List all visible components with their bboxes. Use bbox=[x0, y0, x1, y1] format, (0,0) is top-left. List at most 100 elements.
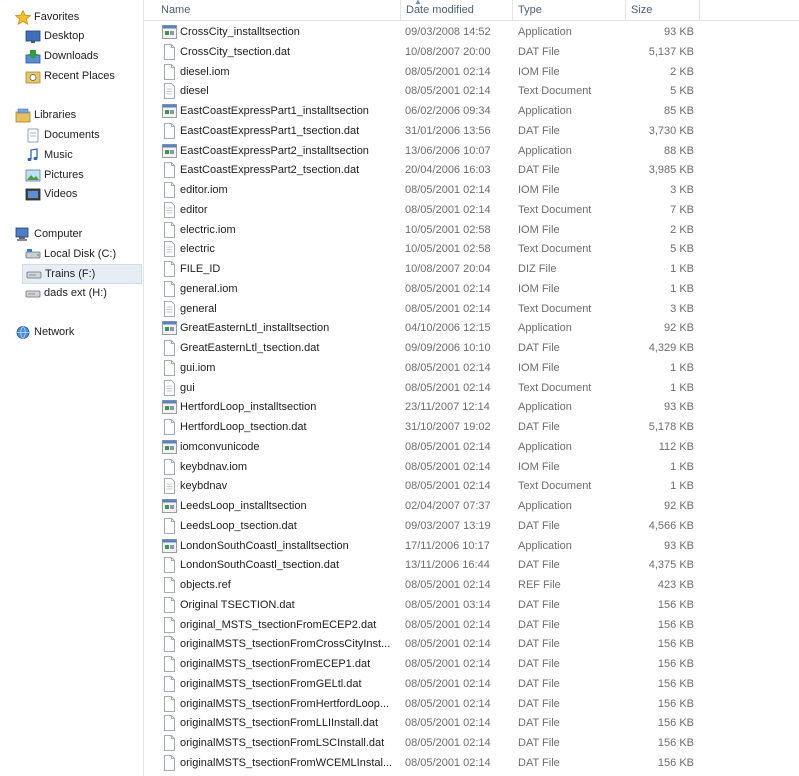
column-header-size[interactable]: Size bbox=[626, 0, 700, 20]
application-icon bbox=[162, 499, 177, 513]
nav-network-label: Network bbox=[34, 326, 75, 338]
nav-trains-drive[interactable]: Trains (F:) bbox=[22, 264, 142, 284]
nav-videos[interactable]: Videos bbox=[25, 185, 135, 204]
file-row[interactable]: EastCoastExpressPart2_installtsection 13/… bbox=[144, 141, 704, 161]
file-row[interactable]: EastCoastExpressPart1_installtsection 06/… bbox=[144, 101, 704, 121]
file-row[interactable]: originalMSTS_tsectionFromLSCInstall.dat 0… bbox=[144, 733, 704, 753]
file-row[interactable]: originalMSTS_tsectionFromGELtl.dat 08/05/… bbox=[144, 674, 704, 694]
file-date-modified: 08/05/2001 02:14 bbox=[405, 697, 491, 710]
file-type: IOM File bbox=[518, 460, 560, 473]
file-row[interactable]: LeedsLoop_tsection.dat 09/03/2007 13:19 DA… bbox=[144, 516, 704, 536]
nav-network[interactable]: Network bbox=[15, 323, 135, 342]
file-row[interactable]: iomconvunicode 08/05/2001 02:14 Applicatio… bbox=[144, 437, 704, 457]
file-row[interactable]: LondonSouthCoastl_installtsection 17/11/2… bbox=[144, 536, 704, 556]
file-date-modified: 08/05/2001 02:14 bbox=[405, 361, 491, 374]
file-size: 2 KB bbox=[670, 223, 694, 236]
file-type: Text Document bbox=[518, 85, 592, 98]
file-row[interactable]: originalMSTS_tsectionFromHertfordLoop...… bbox=[144, 694, 704, 714]
file-type: DAT File bbox=[518, 519, 560, 532]
file-type: DAT File bbox=[518, 421, 560, 433]
nav-music[interactable]: Music bbox=[25, 146, 135, 165]
file-row[interactable]: originalMSTS_tsectionFromECEP1.dat 08/05/… bbox=[144, 654, 704, 674]
text-document-icon bbox=[164, 478, 175, 495]
file-row[interactable]: electric 10/05/2001 02:58 Text Document 5 K… bbox=[144, 239, 704, 259]
file-name: keybdnav bbox=[180, 480, 228, 493]
file-type: IOM File bbox=[518, 65, 560, 78]
file-row[interactable]: HertfordLoop_installtsection 23/11/2007 1… bbox=[144, 397, 704, 417]
file-row[interactable]: CrossCity_tsection.dat 10/08/2007 20:00 DA… bbox=[144, 42, 704, 62]
file-row[interactable]: keybdnav.iom 08/05/2001 02:14 IOM File 1 KB bbox=[144, 457, 704, 477]
file-row[interactable]: general 08/05/2001 02:14 Text Document 3 KB bbox=[144, 299, 704, 319]
file-row[interactable]: originalMSTS_tsectionFromCrossCityInst..… bbox=[144, 634, 704, 654]
file-row[interactable]: LondonSouthCoastl_tsection.dat 13/11/2006… bbox=[144, 555, 704, 575]
network-icon bbox=[16, 326, 30, 339]
file-row[interactable]: editor 08/05/2001 02:14 Text Document 7 KB bbox=[144, 200, 704, 220]
file-date-modified: 08/05/2001 02:14 bbox=[405, 85, 491, 98]
file-size: 5 KB bbox=[670, 243, 694, 256]
file-row[interactable]: GreatEasternLtl_tsection.dat 09/09/2006 1… bbox=[144, 338, 704, 358]
file-size: 92 KB bbox=[664, 500, 694, 512]
file-date-modified: 08/05/2001 02:14 bbox=[405, 203, 491, 216]
file-row[interactable]: diesel 08/05/2001 02:14 Text Document 5 KB bbox=[144, 81, 704, 101]
nav-computer[interactable]: Computer bbox=[15, 225, 135, 244]
nav-recent-places[interactable]: Recent Places bbox=[25, 67, 135, 86]
nav-recent-places-label: Recent Places bbox=[44, 70, 115, 82]
nav-local-disk-label: Local Disk (C:) bbox=[44, 248, 117, 260]
nav-pictures[interactable]: Pictures bbox=[25, 166, 135, 185]
file-row[interactable]: diesel.iom 08/05/2001 02:14 IOM File 2 KB bbox=[144, 62, 704, 82]
nav-local-disk[interactable]: Local Disk (C:) bbox=[25, 245, 135, 264]
file-row[interactable]: original_MSTS_tsectionFromECEP2.dat 08/05… bbox=[144, 615, 704, 635]
nav-favorites[interactable]: Favorites bbox=[15, 8, 135, 27]
column-header-date[interactable]: Date modified bbox=[401, 0, 513, 20]
file-type: DAT File bbox=[518, 677, 560, 690]
file-row[interactable]: keybdnav 08/05/2001 02:14 Text Document 1 K… bbox=[144, 476, 704, 496]
column-header-name[interactable]: Name bbox=[156, 0, 401, 20]
file-row[interactable]: general.iom 08/05/2001 02:14 IOM File 1 KB bbox=[144, 279, 704, 299]
file-date-modified: 13/11/2006 16:44 bbox=[405, 559, 490, 572]
file-icon bbox=[164, 557, 175, 574]
file-icon bbox=[164, 182, 175, 198]
file-row[interactable]: EastCoastExpressPart1_tsection.dat 31/01/… bbox=[144, 121, 704, 141]
nav-desktop[interactable]: Desktop bbox=[25, 27, 135, 46]
file-row[interactable]: electric.iom 10/05/2001 02:58 IOM File 2 KB bbox=[144, 220, 704, 240]
file-row[interactable]: FILE_ID 10/08/2007 20:04 DIZ File 1 KB bbox=[144, 259, 704, 279]
file-type: Text Document bbox=[518, 381, 592, 394]
file-size: 112 KB bbox=[658, 440, 694, 453]
nav-downloads[interactable]: Downloads bbox=[25, 47, 135, 66]
file-row[interactable]: objects.ref 08/05/2001 02:14 REF File 423 K… bbox=[144, 575, 704, 595]
file-row[interactable]: Original TSECTION.dat 08/05/2001 03:14 DAT… bbox=[144, 595, 704, 615]
file-row[interactable]: LeedsLoop_installtsection 02/04/2007 07:3… bbox=[144, 496, 704, 516]
file-name: editor.iom bbox=[180, 184, 228, 196]
file-row[interactable]: originalMSTS_tsectionFromLLIInstall.dat 0… bbox=[144, 713, 704, 733]
file-date-modified: 08/05/2001 02:14 bbox=[405, 282, 491, 295]
nav-libraries[interactable]: Libraries bbox=[15, 106, 135, 125]
file-icon bbox=[164, 359, 175, 376]
file-name: electric bbox=[180, 243, 215, 256]
column-header-type[interactable]: Type bbox=[513, 0, 626, 20]
videos-icon bbox=[25, 188, 41, 201]
text-document-icon bbox=[164, 300, 175, 317]
file-row[interactable]: HertfordLoop_tsection.dat 31/10/2007 19:0… bbox=[144, 417, 704, 437]
file-name: electric.iom bbox=[180, 223, 236, 236]
nav-documents[interactable]: Documents bbox=[25, 126, 135, 145]
text-document-icon bbox=[164, 379, 175, 396]
file-row[interactable]: originalMSTS_tsectionFromWCEMLInstal... 0… bbox=[144, 753, 704, 773]
file-name: originalMSTS_tsectionFromECEP1.dat bbox=[180, 658, 371, 670]
nav-favorites-label: Favorites bbox=[34, 11, 80, 23]
file-row[interactable]: GreatEasternLtl_installtsection 04/10/200… bbox=[144, 318, 704, 338]
nav-desktop-label: Desktop bbox=[44, 30, 85, 42]
file-name: iomconvunicode bbox=[180, 440, 260, 453]
file-row[interactable]: gui.iom 08/05/2001 02:14 IOM File 1 KB bbox=[144, 358, 704, 378]
file-row[interactable]: EastCoastExpressPart2_tsection.dat 20/04/… bbox=[144, 160, 704, 180]
file-row[interactable]: CrossCity_installtsection 09/03/2008 14:5… bbox=[144, 22, 704, 42]
file-type: DAT File bbox=[518, 164, 560, 177]
file-icon bbox=[164, 419, 175, 435]
nav-dads-ext[interactable]: dads ext (H:) bbox=[25, 284, 135, 303]
file-size: 3,985 KB bbox=[648, 164, 694, 177]
file-name: originalMSTS_tsectionFromCrossCityInst..… bbox=[180, 638, 391, 651]
file-type: DAT File bbox=[518, 756, 560, 769]
file-row[interactable]: editor.iom 08/05/2001 02:14 IOM File 3 KB bbox=[144, 180, 704, 200]
file-type: DAT File bbox=[518, 124, 560, 137]
file-type: DAT File bbox=[518, 45, 560, 58]
file-row[interactable]: gui 08/05/2001 02:14 Text Document 1 KB bbox=[144, 378, 704, 398]
